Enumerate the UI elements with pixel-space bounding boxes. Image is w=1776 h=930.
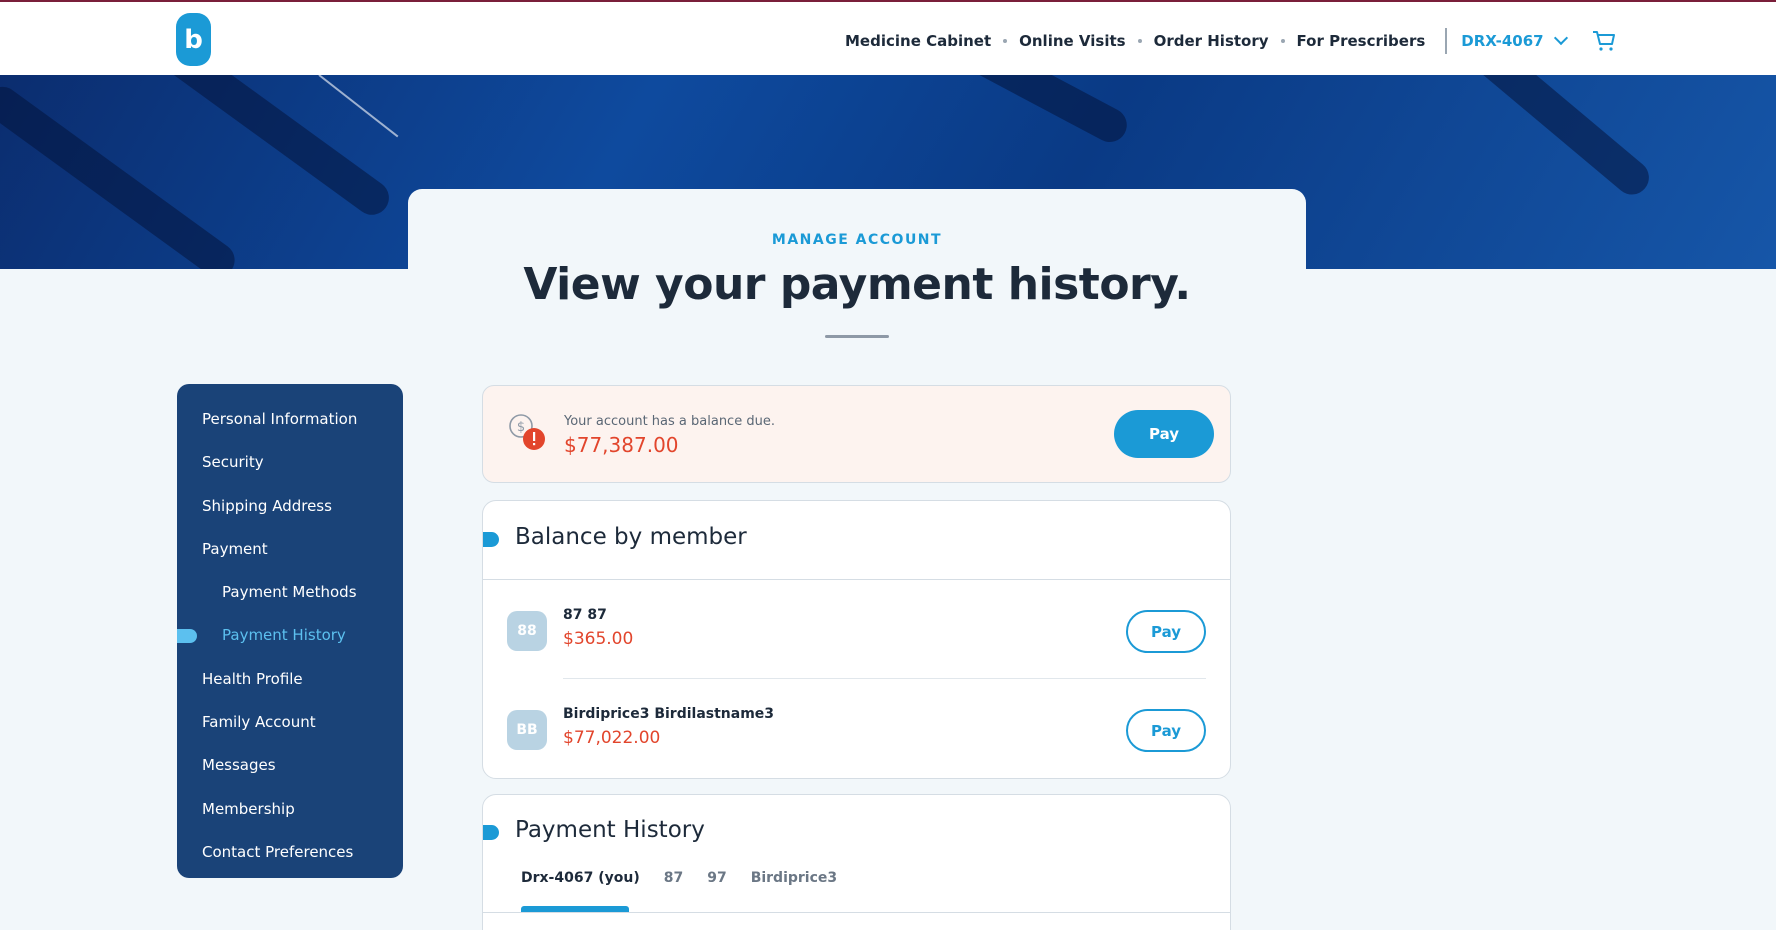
page-heading-card: MANAGE ACCOUNT View your payment history… [408, 189, 1306, 339]
tab-drx-4067[interactable]: Drx-4067 (you) [521, 870, 640, 886]
member-balance-amount: $77,022.00 [563, 728, 661, 748]
brand-logo[interactable]: b [176, 13, 211, 66]
balance-due-amount: $77,387.00 [564, 433, 679, 457]
tabs-divider [483, 912, 1230, 913]
member-tabs: Drx-4067 (you) 87 97 Birdiprice3 [521, 870, 861, 886]
member-name: Birdiprice3 Birdilastname3 [563, 706, 775, 722]
main-nav: Medicine Cabinet Online Visits Order His… [845, 28, 1616, 54]
account-sidebar: Personal Information Security Shipping A… [177, 384, 403, 878]
sidebar-item-messages[interactable]: Messages [177, 744, 403, 787]
sidebar-item-contact-preferences[interactable]: Contact Preferences [177, 831, 403, 874]
sidebar-item-shipping-address[interactable]: Shipping Address [177, 485, 403, 528]
sidebar-item-health-profile[interactable]: Health Profile [177, 658, 403, 701]
section-marker [483, 532, 499, 547]
nav-separator-dot [1280, 39, 1285, 43]
sidebar-item-payment-methods[interactable]: Payment Methods [177, 571, 403, 614]
nav-separator-dot [1137, 39, 1142, 43]
member-balance-amount: $365.00 [563, 629, 634, 649]
dollar-alert-icon: $ [509, 414, 545, 450]
pay-balance-button[interactable]: Pay [1114, 410, 1214, 458]
tab-birdiprice3[interactable]: Birdiprice3 [751, 870, 837, 886]
nav-online-visits[interactable]: Online Visits [1019, 32, 1125, 50]
tab-87[interactable]: 87 [664, 870, 683, 886]
nav-medicine-cabinet[interactable]: Medicine Cabinet [845, 32, 991, 50]
account-menu[interactable]: DRX-4067 [1461, 30, 1568, 50]
title-divider [825, 335, 889, 338]
sidebar-item-label: Payment History [222, 626, 346, 645]
payment-history-title: Payment History [515, 817, 705, 843]
balance-by-member-title: Balance by member [515, 524, 747, 550]
avatar: BB [507, 710, 547, 750]
sidebar-item-security[interactable]: Security [177, 441, 403, 484]
account-label: DRX-4067 [1461, 32, 1544, 50]
page-title: View your payment history. [523, 259, 1191, 310]
tab-97[interactable]: 97 [707, 870, 726, 886]
nav-for-prescribers[interactable]: For Prescribers [1297, 32, 1426, 50]
member-name: 87 87 [563, 607, 607, 623]
sidebar-item-membership[interactable]: Membership [177, 788, 403, 831]
active-indicator [177, 629, 197, 644]
sidebar-item-payment[interactable]: Payment [177, 528, 403, 571]
payment-history-panel: Payment History Drx-4067 (you) 87 97 Bir… [482, 794, 1231, 930]
member-balance-row: BB Birdiprice3 Birdilastname3 $77,022.00… [483, 679, 1230, 777]
avatar: 88 [507, 611, 547, 651]
page-eyebrow: MANAGE ACCOUNT [771, 232, 943, 248]
nav-order-history[interactable]: Order History [1154, 32, 1269, 50]
balance-due-alert: $ Your account has a balance due. $77,38… [482, 385, 1231, 483]
svg-text:$: $ [517, 420, 525, 435]
chevron-down-icon [1553, 30, 1568, 46]
balance-by-member-panel: Balance by member 88 87 87 $365.00 Pay B… [482, 500, 1231, 779]
top-navigation-bar: b Medicine Cabinet Online Visits Order H… [0, 0, 1776, 75]
sidebar-item-family-account[interactable]: Family Account [177, 701, 403, 744]
pay-member-button[interactable]: Pay [1126, 610, 1206, 653]
member-balance-row: 88 87 87 $365.00 Pay [483, 580, 1230, 678]
nav-divider [1445, 28, 1448, 54]
pay-member-button[interactable]: Pay [1126, 709, 1206, 752]
section-marker [483, 825, 499, 840]
nav-separator-dot [1003, 39, 1008, 43]
sidebar-item-payment-history[interactable]: Payment History [177, 614, 403, 657]
sidebar-item-personal-information[interactable]: Personal Information [177, 398, 403, 441]
cart-icon[interactable] [1592, 30, 1616, 52]
balance-due-message: Your account has a balance due. [564, 414, 775, 429]
